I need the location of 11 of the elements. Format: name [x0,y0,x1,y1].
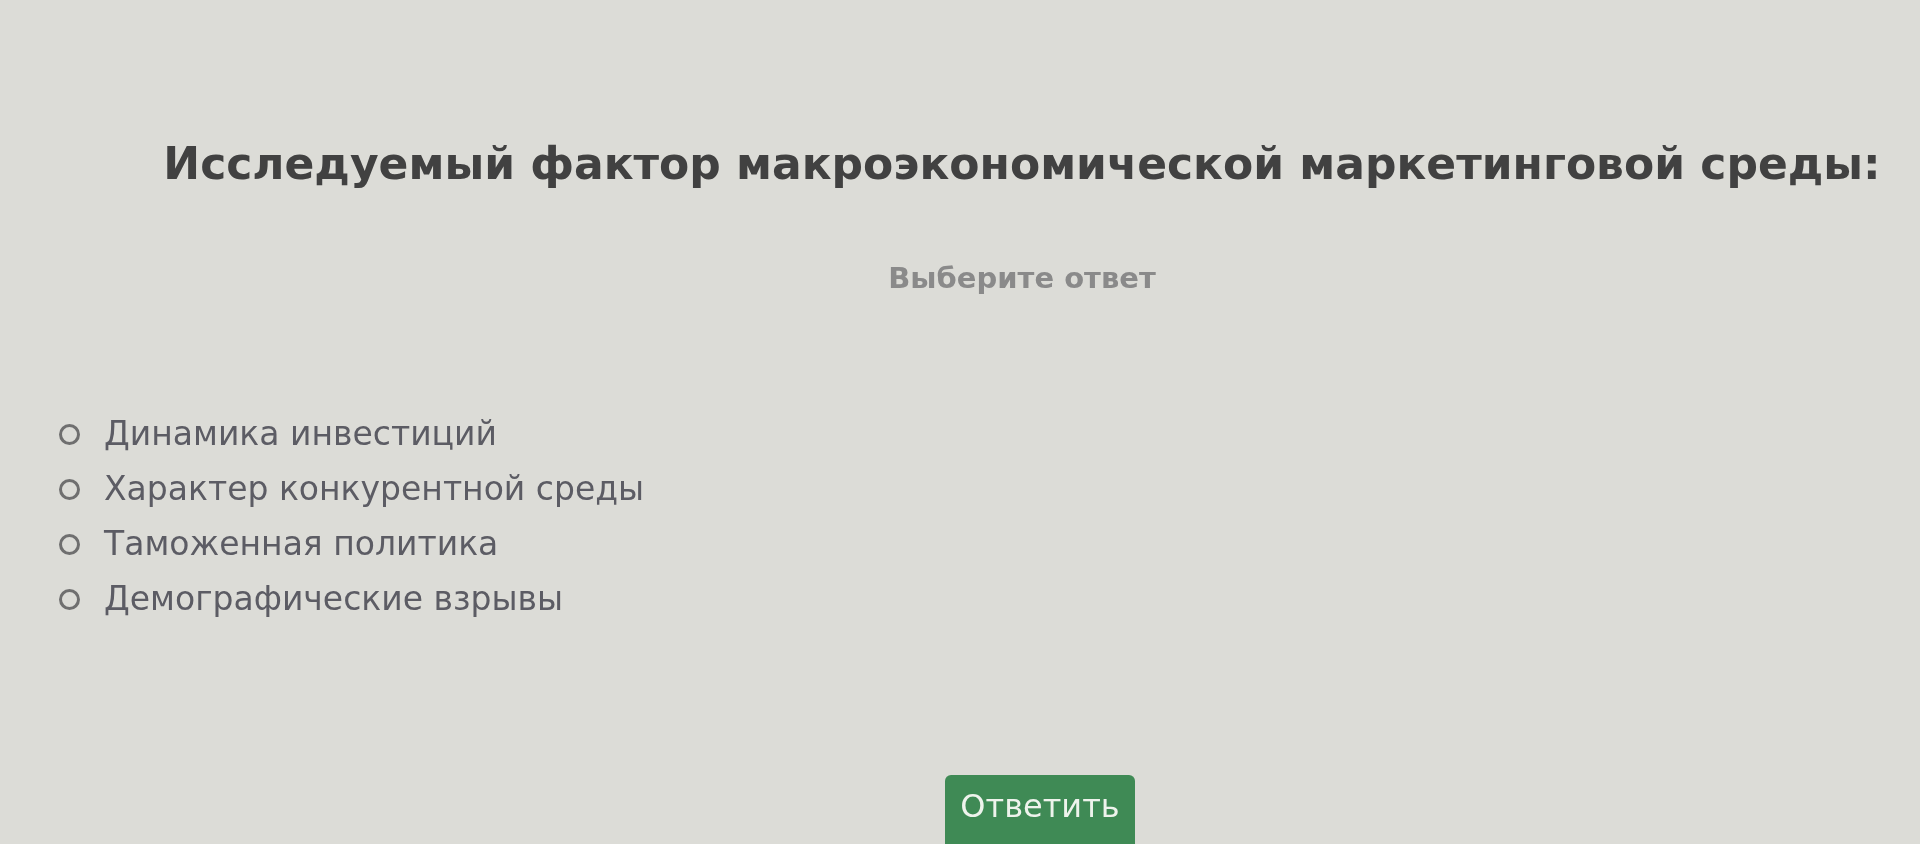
option-label[interactable]: Динамика инвестиций [104,411,497,457]
radio-button[interactable] [59,588,80,610]
radio-button[interactable] [59,423,80,445]
question-title: Исследуемый фактор макроэкономической маркетинговой среды: [163,137,1881,191]
radio-button[interactable] [59,478,80,500]
option-label[interactable]: Таможенная политика [104,521,499,567]
answer-hint: Выберите ответ [888,260,1156,297]
option-label[interactable]: Демографические взрывы [104,576,563,622]
radio-button[interactable] [59,533,80,555]
option-label[interactable]: Характер конкурентной среды [104,466,645,512]
submit-button[interactable]: Ответить [945,775,1135,844]
